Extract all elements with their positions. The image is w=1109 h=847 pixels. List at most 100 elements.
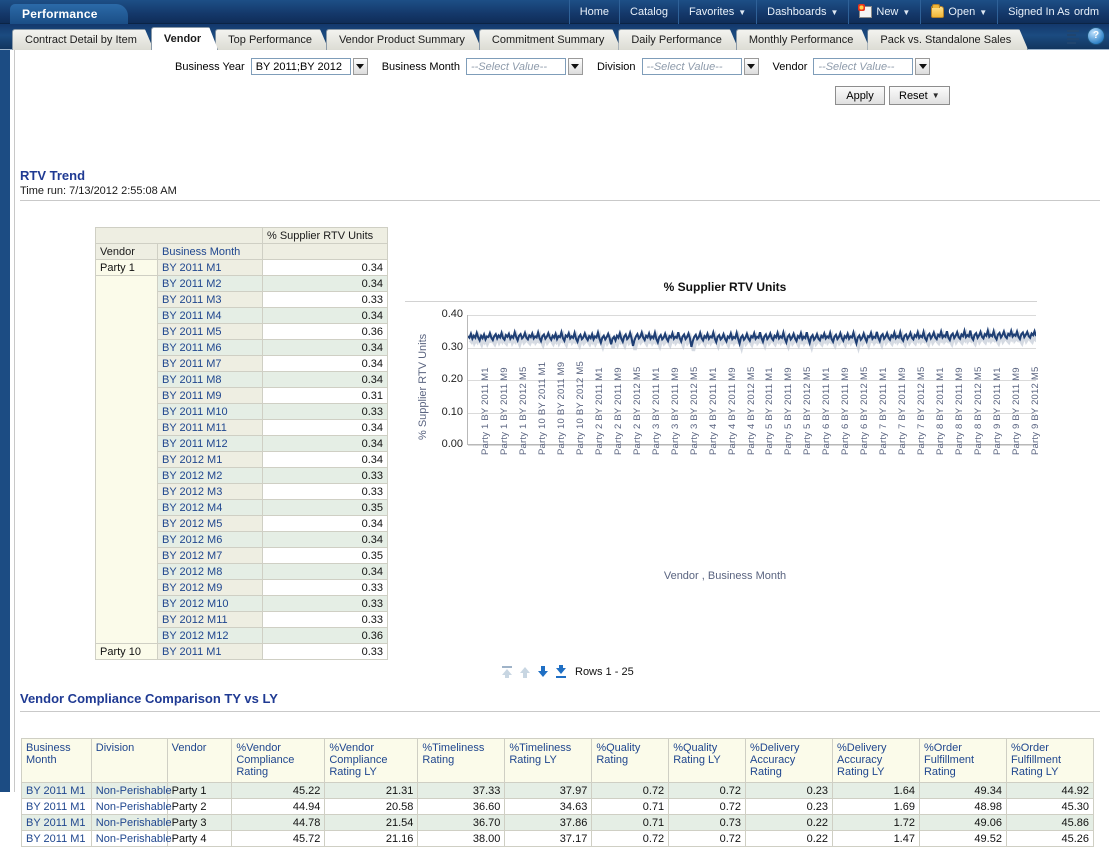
column-header[interactable]: %Timeliness Rating — [417, 738, 506, 783]
vendor-input[interactable]: --Select Value-- — [813, 58, 914, 75]
tab-monthly-performance[interactable]: Monthly Performance — [736, 29, 871, 50]
rtv-trend-section: RTV Trend Time run: 7/13/2012 2:55:08 AM — [20, 168, 1100, 201]
cell-vendor — [95, 291, 158, 308]
tab-commitment-summary[interactable]: Commitment Summary — [479, 29, 621, 50]
next-page-icon[interactable] — [536, 665, 550, 679]
tab-top-performance[interactable]: Top Performance — [215, 29, 329, 50]
tab-pack-vs-standalone-sales[interactable]: Pack vs. Standalone Sales — [867, 29, 1028, 50]
business-year-control[interactable]: BY 2011;BY 2012 — [250, 58, 368, 75]
cell-business-month[interactable]: BY 2011 M12 — [157, 435, 263, 452]
cell-business-month[interactable]: BY 2012 M11 — [157, 611, 263, 628]
column-header[interactable]: %Order Fulfillment Rating — [918, 738, 1007, 783]
pivot-corner-left — [95, 227, 158, 244]
nav-favorites[interactable]: Favorites ▼ — [677, 0, 756, 24]
cell-business-month[interactable]: BY 2012 M1 — [157, 451, 263, 468]
cell-business-month[interactable]: BY 2011 M2 — [157, 275, 263, 292]
cell-business-month[interactable]: BY 2012 M10 — [157, 595, 263, 612]
pivot-col-business-month[interactable]: Business Month — [157, 243, 263, 260]
tab-vendor[interactable]: Vendor — [151, 27, 218, 50]
rtv-pivot-body: Party 1 BY 2011 M1 0.34 BY 2011 M2 0.34 BY 20… — [95, 259, 388, 660]
table-cell[interactable]: BY 2011 M1 — [21, 782, 92, 799]
cell-vendor — [95, 435, 158, 452]
division-dropdown-icon[interactable] — [743, 58, 759, 75]
cell-business-month[interactable]: BY 2011 M4 — [157, 307, 263, 324]
nav-new[interactable]: New ▼ — [848, 0, 920, 24]
table-cell: 1.47 — [832, 830, 920, 847]
cell-business-month[interactable]: BY 2011 M1 — [157, 643, 263, 660]
table-row: BY 2011 M9 0.31 — [95, 387, 388, 404]
table-cell[interactable]: BY 2011 M1 — [21, 798, 92, 815]
column-header[interactable]: Vendor — [166, 738, 233, 783]
cell-business-month[interactable]: BY 2011 M1 — [157, 259, 263, 276]
signed-in-as[interactable]: Signed In As ordm — [997, 0, 1109, 24]
table-cell[interactable]: Non-Perishable — [90, 798, 172, 815]
column-header[interactable]: Business Month — [21, 738, 92, 783]
column-header[interactable]: %Quality Rating LY — [668, 738, 747, 783]
tab-vendor-product-summary[interactable]: Vendor Product Summary — [326, 29, 482, 50]
column-header[interactable]: %Quality Rating — [591, 738, 670, 783]
first-page-icon[interactable] — [500, 665, 514, 679]
table-cell[interactable]: Non-Perishable — [90, 830, 172, 847]
column-header[interactable]: %Vendor Compliance Rating — [231, 738, 326, 783]
business-year-input[interactable]: BY 2011;BY 2012 — [250, 58, 351, 75]
table-cell: 0.72 — [591, 830, 670, 847]
cell-business-month[interactable]: BY 2012 M9 — [157, 579, 263, 596]
cell-supplier-rtv-units: 0.33 — [262, 611, 388, 628]
cell-business-month[interactable]: BY 2012 M2 — [157, 467, 263, 484]
cell-business-month[interactable]: BY 2011 M6 — [157, 339, 263, 356]
column-header[interactable]: %Delivery Accuracy Rating LY — [832, 738, 920, 783]
table-cell[interactable]: Non-Perishable — [90, 814, 172, 831]
cell-business-month[interactable]: BY 2012 M5 — [157, 515, 263, 532]
division-input[interactable]: --Select Value-- — [641, 58, 742, 75]
apply-button[interactable]: Apply — [835, 86, 885, 105]
cell-business-month[interactable]: BY 2011 M7 — [157, 355, 263, 372]
cell-business-month[interactable]: BY 2011 M3 — [157, 291, 263, 308]
cell-business-month[interactable]: BY 2011 M10 — [157, 403, 263, 420]
page-options-icon[interactable] — [1064, 27, 1082, 45]
cell-business-month[interactable]: BY 2012 M3 — [157, 483, 263, 500]
business-month-input[interactable]: --Select Value-- — [465, 58, 566, 75]
cell-supplier-rtv-units: 0.34 — [262, 355, 388, 372]
table-cell[interactable]: BY 2011 M1 — [21, 830, 92, 847]
tab-daily-performance[interactable]: Daily Performance — [618, 29, 738, 50]
column-header[interactable]: %Timeliness Rating LY — [504, 738, 593, 783]
column-header[interactable]: Division — [90, 738, 168, 783]
cell-vendor — [95, 563, 158, 580]
nav-catalog[interactable]: Catalog — [619, 0, 678, 24]
cell-business-month[interactable]: BY 2011 M11 — [157, 419, 263, 436]
cell-business-month[interactable]: BY 2011 M9 — [157, 387, 263, 404]
business-month-dropdown-icon[interactable] — [567, 58, 583, 75]
reset-button[interactable]: Reset ▼ — [889, 86, 950, 105]
chart-x-tick-label: Party 5 BY 2011 M9 — [783, 367, 795, 455]
cell-vendor — [95, 275, 158, 292]
cell-business-month[interactable]: BY 2012 M7 — [157, 547, 263, 564]
cell-business-month[interactable]: BY 2012 M12 — [157, 627, 263, 644]
nav-open[interactable]: Open ▼ — [920, 0, 997, 24]
business-month-control[interactable]: --Select Value-- — [465, 58, 583, 75]
column-header[interactable]: %Delivery Accuracy Rating — [745, 738, 834, 783]
cell-business-month[interactable]: BY 2012 M8 — [157, 563, 263, 580]
cell-business-month[interactable]: BY 2012 M4 — [157, 499, 263, 516]
cell-vendor — [95, 307, 158, 324]
cell-business-month[interactable]: BY 2011 M8 — [157, 371, 263, 388]
table-cell: 38.00 — [417, 830, 506, 847]
nav-home[interactable]: Home — [568, 0, 619, 24]
column-header[interactable]: %Vendor Compliance Rating LY — [324, 738, 419, 783]
cell-business-month[interactable]: BY 2011 M5 — [157, 323, 263, 340]
division-control[interactable]: --Select Value-- — [641, 58, 759, 75]
vendor-control[interactable]: --Select Value-- — [813, 58, 931, 75]
app-title-tab[interactable]: Performance — [10, 4, 128, 24]
business-year-dropdown-icon[interactable] — [352, 58, 368, 75]
help-icon[interactable]: ? — [1087, 27, 1105, 45]
table-cell[interactable]: BY 2011 M1 — [21, 814, 92, 831]
chevron-down-icon: ▼ — [931, 91, 940, 100]
tab-contract-detail-by-item[interactable]: Contract Detail by Item — [12, 29, 154, 50]
previous-page-icon[interactable] — [518, 665, 532, 679]
vendor-dropdown-icon[interactable] — [915, 58, 931, 75]
nav-dashboards[interactable]: Dashboards ▼ — [756, 0, 848, 24]
cell-business-month[interactable]: BY 2012 M6 — [157, 531, 263, 548]
column-header[interactable]: %Order Fulfillment Rating LY — [1005, 738, 1095, 783]
table-cell[interactable]: Non-Perishable — [90, 782, 172, 799]
last-page-icon[interactable] — [554, 665, 568, 679]
nav-new-label: New — [876, 6, 899, 18]
